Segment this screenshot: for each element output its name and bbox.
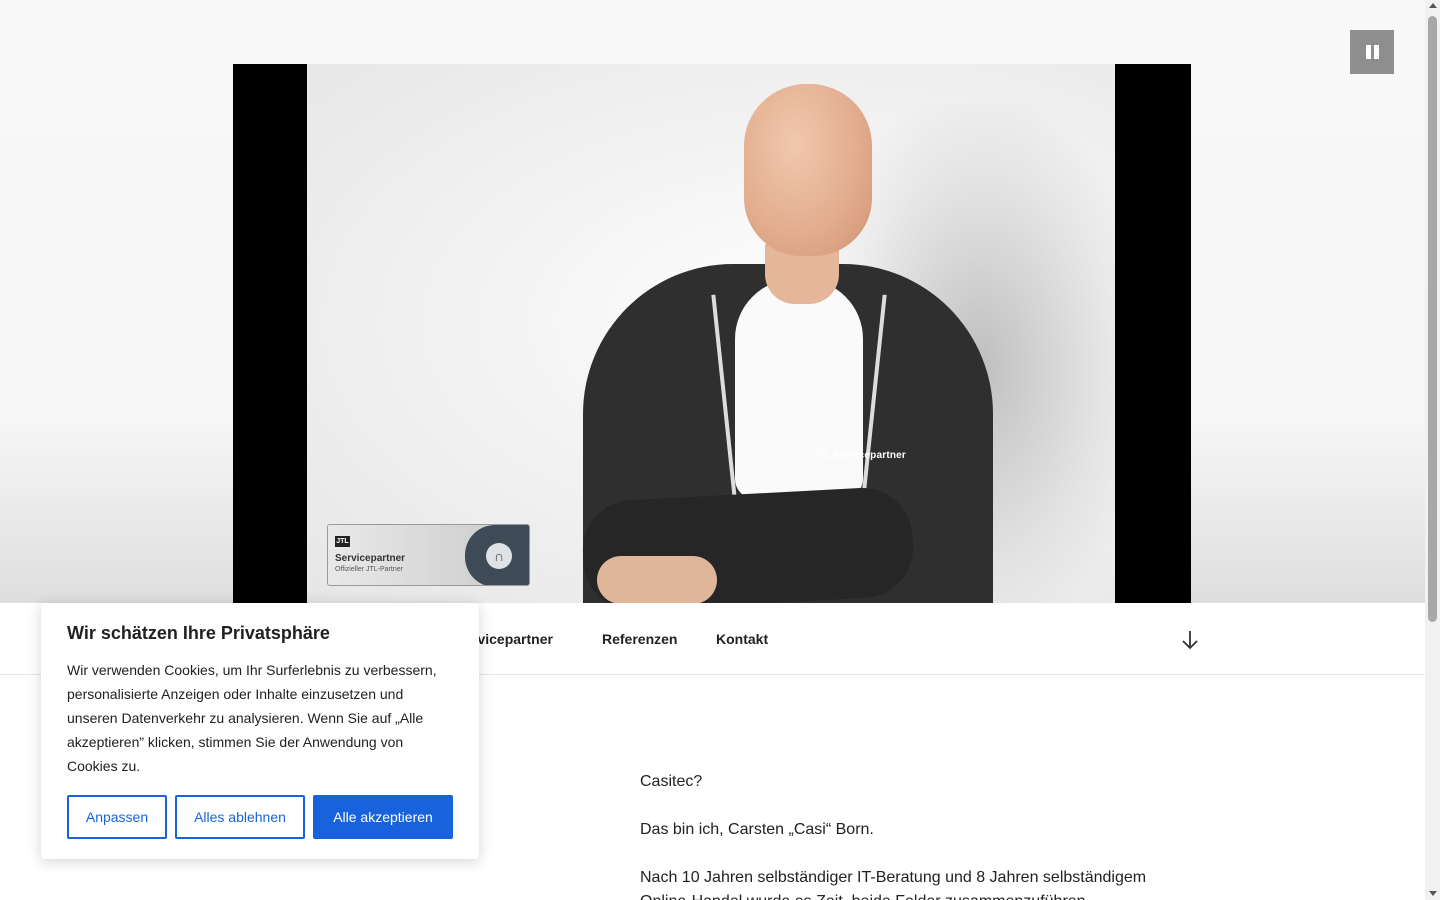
scrollbar-thumb[interactable] [1428,16,1437,622]
intro-paragraph: Das bin ich, Carsten „Casi“ Born. [640,821,874,838]
hero-video[interactable]: JTL Servicepartner JTL Servicepartner Of… [233,64,1191,603]
cookie-buttons: Anpassen Alles ablehnen Alle akzeptieren [67,795,453,839]
badge-title: Servicepartner [335,553,406,564]
nav-item-servicepartner[interactable]: rvicepartner [472,631,553,647]
pause-icon-bar [1373,45,1379,59]
person-hand [597,556,717,603]
person-shirt [735,279,863,499]
intro-content: Casitec? Das bin ich, Carsten „Casi“ Bor… [640,770,1200,900]
pause-icon [1365,45,1371,59]
person-head [744,84,872,256]
cookie-consent-dialog: Wir schätzen Ihre Privatsphäre Wir verwe… [41,603,479,859]
page-scrollbar[interactable] [1425,0,1440,900]
hero-header: JTL Servicepartner JTL Servicepartner Of… [0,0,1425,603]
badge-emblem: ∩ [465,525,529,585]
intro-paragraph: Nach 10 Jahren selbständiger IT-Beratung… [640,869,1147,900]
jacket-print: JTL Servicepartner [812,450,907,461]
scroll-down-arrow-icon[interactable] [1429,891,1437,896]
video-frame: JTL Servicepartner JTL Servicepartner Of… [307,64,1115,603]
intro-paragraph: Casitec? [640,773,703,790]
arrow-down-icon[interactable] [1181,630,1199,650]
nav-item-kontakt[interactable]: Kontakt [716,631,768,647]
cookie-title: Wir schätzen Ihre Privatsphäre [67,623,330,643]
customize-button[interactable]: Anpassen [67,795,167,839]
badge-subtitle: Offizieller JTL-Partner [335,566,403,573]
pause-button[interactable] [1350,30,1394,74]
cookie-text: Wir verwenden Cookies, um Ihr Surferlebn… [67,662,437,774]
reject-all-button[interactable]: Alles ablehnen [175,795,305,839]
scroll-up-arrow-icon[interactable] [1429,3,1437,8]
badge-brand: JTL [335,536,350,547]
nav-item-referenzen[interactable]: Referenzen [602,631,677,647]
jtl-servicepartner-badge: JTL Servicepartner Offizieller JTL-Partn… [327,524,530,586]
accept-all-button[interactable]: Alle akzeptieren [313,795,453,839]
partner-seal-icon: ∩ [486,543,512,569]
